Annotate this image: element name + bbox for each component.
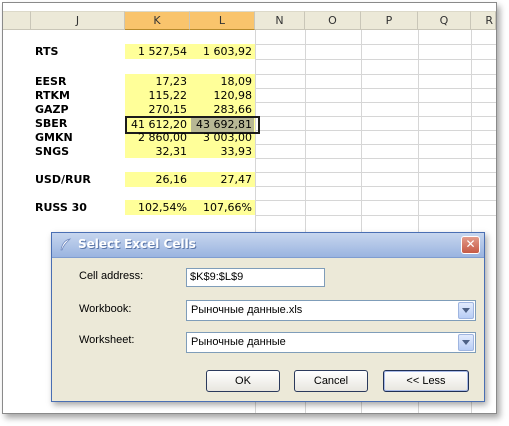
worksheet-value: Рыночные данные bbox=[191, 336, 286, 348]
row-label-russ30[interactable]: RUSS 30 bbox=[35, 201, 87, 215]
workbook-select[interactable]: Рыночные данные.xls bbox=[186, 300, 476, 321]
column-header-o[interactable]: O bbox=[305, 11, 361, 30]
column-header-k[interactable]: K bbox=[125, 11, 190, 30]
row-label-rts[interactable]: RTS bbox=[35, 45, 58, 59]
dialog-titlebar[interactable]: Select Excel Cells ✕ bbox=[52, 233, 484, 258]
grid-line bbox=[255, 200, 496, 201]
cell-l-rts[interactable]: 1 603,92 bbox=[192, 45, 252, 59]
column-header-j[interactable]: J bbox=[31, 11, 125, 30]
cell-l-eesr[interactable]: 18,09 bbox=[192, 75, 253, 89]
grid-line bbox=[255, 215, 496, 216]
cancel-button[interactable]: Cancel bbox=[294, 370, 368, 392]
column-header-q[interactable]: Q bbox=[418, 11, 471, 30]
cell-l-sber[interactable]: 43 692,81 bbox=[192, 118, 252, 132]
row-label-gmkn[interactable]: GMKN bbox=[35, 131, 73, 145]
grid-line bbox=[255, 172, 496, 173]
cell-l-usd-rur[interactable]: 27,47 bbox=[192, 173, 253, 187]
grid-line bbox=[255, 130, 496, 131]
cell-k-russ30[interactable]: 102,54% bbox=[127, 201, 187, 215]
row-label-rtkm[interactable]: RTKM bbox=[35, 89, 70, 103]
row-label-sngs[interactable]: SNGS bbox=[35, 145, 69, 159]
cell-l-gazp[interactable]: 283,66 bbox=[192, 103, 253, 117]
close-icon[interactable]: ✕ bbox=[461, 236, 480, 254]
ok-button[interactable]: OK bbox=[206, 370, 280, 392]
select-excel-cells-dialog: Select Excel Cells ✕ Cell address: $K$9:… bbox=[51, 232, 485, 402]
grid-line bbox=[255, 116, 496, 117]
row-label-eesr[interactable]: EESR bbox=[35, 75, 66, 89]
cell-l-gmkn[interactable]: 3 003,00 bbox=[192, 131, 252, 145]
column-header-r[interactable]: R bbox=[471, 11, 496, 30]
cell-k-usd-rur[interactable]: 26,16 bbox=[127, 173, 188, 187]
column-header-p[interactable]: P bbox=[361, 11, 418, 30]
cell-k-gazp[interactable]: 270,15 bbox=[127, 103, 188, 117]
chevron-down-icon[interactable] bbox=[458, 334, 474, 351]
cell-k-rtkm[interactable]: 115,22 bbox=[127, 89, 188, 103]
dialog-title: Select Excel Cells bbox=[78, 237, 196, 251]
row-label-gazp[interactable]: GAZP bbox=[35, 103, 69, 117]
grid-line bbox=[255, 158, 496, 159]
row-label-sber[interactable]: SBER bbox=[35, 117, 67, 131]
cell-address-input[interactable]: $K$9:$L$9 bbox=[186, 268, 325, 287]
grid-line bbox=[255, 88, 496, 89]
feather-icon bbox=[60, 238, 72, 251]
cell-k-rts[interactable]: 1 527,54 bbox=[127, 45, 187, 59]
cell-k-sngs[interactable]: 32,31 bbox=[127, 145, 188, 159]
grid-line bbox=[255, 186, 496, 187]
cell-l-sngs[interactable]: 33,93 bbox=[192, 145, 253, 159]
chevron-down-icon[interactable] bbox=[458, 302, 474, 319]
column-header-l[interactable]: L bbox=[190, 11, 255, 30]
grid-line bbox=[255, 44, 496, 45]
cell-address-label: Cell address: bbox=[79, 270, 144, 282]
workbook-label: Workbook: bbox=[79, 303, 132, 315]
grid-line bbox=[255, 102, 496, 103]
workbook-value: Рыночные данные.xls bbox=[191, 304, 303, 316]
screenshot-frame: J K L N O P Q R RTS EESR RTKM GAZP SBER … bbox=[2, 2, 497, 414]
row-header-corner[interactable] bbox=[3, 11, 31, 30]
cell-l-rtkm[interactable]: 120,98 bbox=[192, 89, 253, 103]
grid-line bbox=[255, 74, 496, 75]
grid-line bbox=[255, 144, 496, 145]
cell-l-russ30[interactable]: 107,66% bbox=[192, 201, 252, 215]
cell-k-sber[interactable]: 41 612,20 bbox=[127, 118, 187, 132]
grid-line bbox=[255, 59, 496, 60]
cell-k-gmkn[interactable]: 2 860,00 bbox=[127, 131, 187, 145]
cell-k-eesr[interactable]: 17,23 bbox=[127, 75, 188, 89]
column-header-n[interactable]: N bbox=[255, 11, 305, 30]
worksheet-label: Worksheet: bbox=[79, 334, 135, 346]
worksheet-select[interactable]: Рыночные данные bbox=[186, 332, 476, 353]
less-button[interactable]: << Less bbox=[383, 370, 469, 392]
row-label-usd-rur[interactable]: USD/RUR bbox=[35, 173, 91, 187]
